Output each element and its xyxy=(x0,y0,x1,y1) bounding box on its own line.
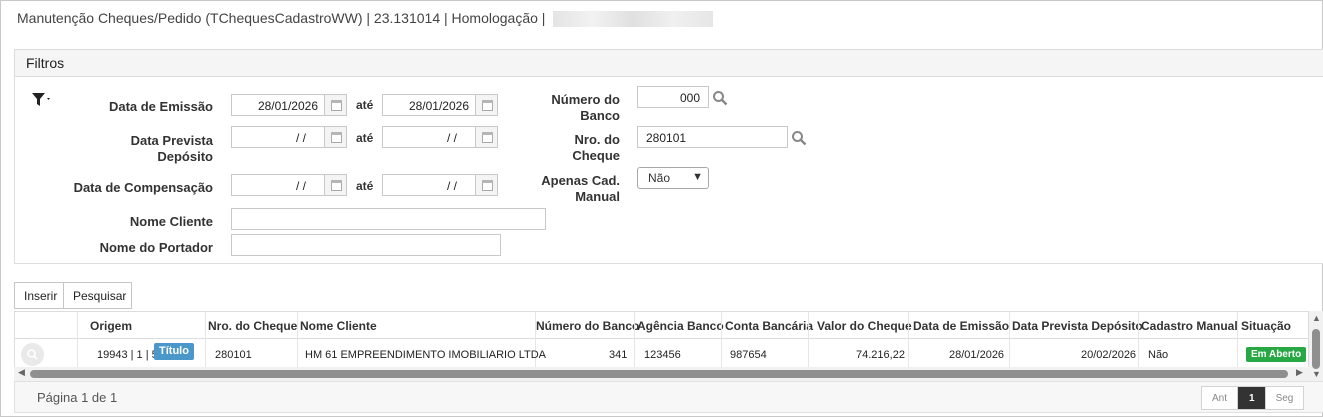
cell-nro-cheque: 280101 xyxy=(215,349,252,361)
data-compensacao-de-field[interactable]: / / xyxy=(231,174,347,196)
apenas-cad-manual-label: Apenas Cad. Manual xyxy=(541,173,620,204)
filters-panel: Filtros Data de Emissão 28/01/2026 até 2… xyxy=(14,49,1323,264)
filter-icon[interactable] xyxy=(31,92,53,108)
data-emissao-de-value: 28/01/2026 xyxy=(257,99,318,113)
vertical-scrollbar[interactable]: ▲ ▼ xyxy=(1309,311,1323,381)
data-compensacao-label: Data de Compensação xyxy=(73,180,213,195)
cheques-table: Origem Nro. do Cheque Nome Cliente Númer… xyxy=(14,311,1309,367)
pagination: Ant 1 Seg xyxy=(1201,386,1305,410)
data-prevista-label: Data Prevista Depósito xyxy=(130,133,213,164)
nome-portador-input[interactable] xyxy=(231,234,501,256)
next-page-button[interactable]: Seg xyxy=(1266,387,1304,409)
data-emissao-ate-value: 28/01/2026 xyxy=(408,99,469,113)
col-valor-cheque[interactable]: Valor do Cheque xyxy=(817,319,912,333)
titulo-badge[interactable]: Título xyxy=(154,343,194,360)
current-page-button[interactable]: 1 xyxy=(1237,387,1266,409)
nro-cheque-input[interactable]: 280101 xyxy=(637,126,788,148)
numero-banco-input[interactable]: 000 xyxy=(637,86,709,108)
scroll-up-icon[interactable]: ▲ xyxy=(1312,313,1321,323)
scrollbar-thumb[interactable] xyxy=(1312,329,1320,369)
search-icon[interactable] xyxy=(791,130,807,146)
data-compensacao-ate-value: / / xyxy=(446,179,457,193)
data-emissao-label: Data de Emissão xyxy=(108,99,213,114)
nro-cheque-value: 280101 xyxy=(646,131,687,145)
search-icon[interactable] xyxy=(712,90,728,106)
data-compensacao-ate-field[interactable]: / / xyxy=(382,174,498,196)
calendar-icon[interactable] xyxy=(324,95,346,115)
ate-label: até xyxy=(356,179,374,193)
chevron-down-icon: ▼ xyxy=(692,171,703,183)
col-conta-bancaria[interactable]: Conta Bancária xyxy=(725,319,813,333)
calendar-icon[interactable] xyxy=(324,127,346,147)
ate-label: até xyxy=(356,131,374,145)
data-prevista-de-field[interactable]: / / xyxy=(231,126,347,148)
view-row-button[interactable] xyxy=(21,343,44,366)
data-prevista-ate-field[interactable]: / / xyxy=(382,126,498,148)
data-emissao-ate-field[interactable]: 28/01/2026 xyxy=(382,94,498,116)
ate-label: até xyxy=(356,98,374,112)
apenas-cad-manual-select[interactable]: Não ▼ xyxy=(637,167,709,189)
cell-conta-bancaria: 987654 xyxy=(730,349,767,361)
scroll-down-icon[interactable]: ▼ xyxy=(1312,369,1321,379)
cell-origem: 19943 | 1 | 5 xyxy=(97,349,158,361)
filters-title: Filtros xyxy=(15,50,1323,77)
search-icon xyxy=(27,349,38,360)
calendar-icon[interactable] xyxy=(324,175,346,195)
col-data-emissao[interactable]: Data de Emissão xyxy=(913,319,1009,333)
calendar-icon[interactable] xyxy=(475,175,497,195)
table-row[interactable]: 19943 | 1 | 5 Título 280101 HM 61 EMPREE… xyxy=(15,340,1308,367)
numero-banco-value: 000 xyxy=(679,91,700,105)
table-header: Origem Nro. do Cheque Nome Cliente Númer… xyxy=(15,312,1308,339)
col-nro-cheque[interactable]: Nro. do Cheque xyxy=(208,319,297,333)
window-title: Manutenção Cheques/Pedido (TChequesCadas… xyxy=(17,10,546,26)
calendar-icon[interactable] xyxy=(475,95,497,115)
nome-cliente-input[interactable] xyxy=(231,208,546,230)
cell-numero-banco: 341 xyxy=(609,349,628,361)
scrollbar-thumb[interactable] xyxy=(30,370,1288,378)
horizontal-scrollbar[interactable]: ◀ ▶ xyxy=(14,367,1309,381)
col-nome-cliente[interactable]: Nome Cliente xyxy=(300,319,377,333)
cell-cadastro-manual: Não xyxy=(1148,349,1169,361)
data-prevista-ate-value: / / xyxy=(446,131,457,145)
nro-cheque-label: Nro. do Cheque xyxy=(572,132,620,163)
pagination-footer: Página 1 de 1 Ant 1 Seg xyxy=(14,381,1323,413)
data-prevista-de-value: / / xyxy=(295,131,306,145)
col-data-prevista-deposito[interactable]: Data Prevista Depósito xyxy=(1012,319,1143,333)
cell-nome-cliente: HM 61 EMPREENDIMENTO IMOBILIARIO LTDA xyxy=(305,349,547,361)
inserir-button[interactable]: Inserir xyxy=(14,282,64,309)
pesquisar-button[interactable]: Pesquisar xyxy=(63,282,132,309)
cell-valor-cheque: 74.216,22 xyxy=(856,349,905,361)
col-situacao[interactable]: Situação xyxy=(1241,319,1291,333)
col-agencia-banco[interactable]: Agência Banco xyxy=(637,319,724,333)
apenas-cad-manual-value: Não xyxy=(648,171,671,185)
data-compensacao-de-value: / / xyxy=(295,179,306,193)
data-emissao-de-field[interactable]: 28/01/2026 xyxy=(231,94,347,116)
page-info: Página 1 de 1 xyxy=(37,390,118,405)
col-numero-banco[interactable]: Número do Banco xyxy=(536,319,639,333)
cell-data-prevista: 20/02/2026 xyxy=(1081,349,1137,361)
status-badge: Em Aberto xyxy=(1246,347,1307,362)
scroll-right-icon[interactable]: ▶ xyxy=(1296,367,1303,378)
cell-agencia-banco: 123456 xyxy=(644,349,681,361)
window-title-bar: Manutenção Cheques/Pedido (TChequesCadas… xyxy=(17,10,714,30)
col-cadastro-manual[interactable]: Cadastro Manual xyxy=(1141,319,1238,333)
redacted-environment xyxy=(553,11,714,28)
scroll-left-icon[interactable]: ◀ xyxy=(18,367,25,378)
window-frame: Manutenção Cheques/Pedido (TChequesCadas… xyxy=(0,0,1323,417)
col-origem[interactable]: Origem xyxy=(90,319,132,333)
nome-portador-label: Nome do Portador xyxy=(99,240,213,255)
nome-cliente-label: Nome Cliente xyxy=(129,214,213,229)
cell-data-emissao: 28/01/2026 xyxy=(949,349,1005,361)
numero-banco-label: Número do Banco xyxy=(551,92,620,123)
calendar-icon[interactable] xyxy=(475,127,497,147)
prev-page-button[interactable]: Ant xyxy=(1202,387,1237,409)
